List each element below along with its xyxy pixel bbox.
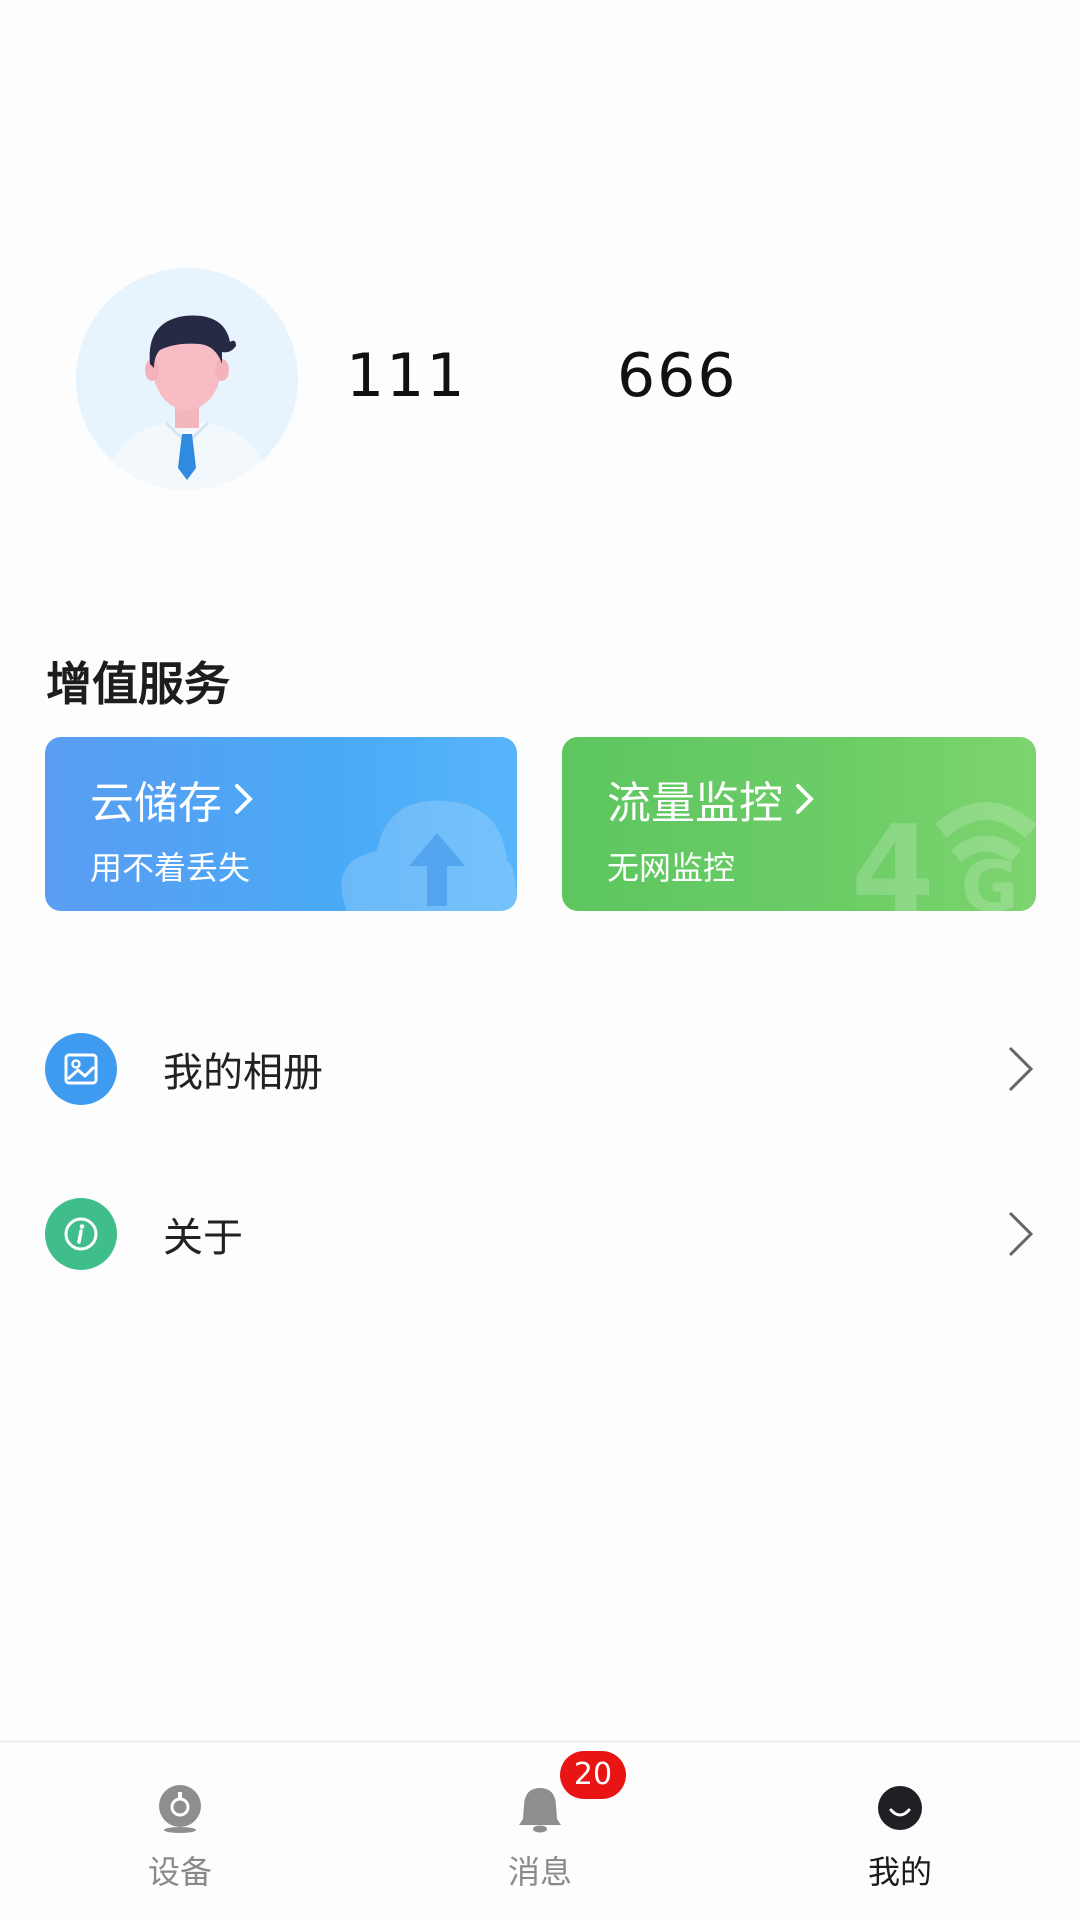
tab-devices[interactable]: 设备	[110, 1783, 250, 1903]
tab-messages[interactable]: 20 消息	[470, 1751, 626, 1903]
messages-badge: 20	[560, 1751, 626, 1799]
cloud-storage-title-text: 云储存	[90, 778, 222, 829]
menu-item-album-label: 我的相册	[163, 1050, 323, 1096]
photo-album-icon	[45, 1033, 117, 1105]
svg-text:G: G	[961, 846, 1018, 911]
4g-signal-icon: 4 G	[851, 801, 1036, 911]
tab-messages-label: 消息	[507, 1853, 572, 1891]
services-section-title: 增值服务	[46, 657, 230, 711]
chevron-right-icon	[1008, 1046, 1034, 1092]
menu-item-about-label: 关于	[163, 1215, 243, 1261]
bottom-nav: 设备 20 消息 我的	[0, 1740, 1080, 1920]
cloud-storage-subtitle: 用不着丢失	[90, 849, 251, 887]
user-avatar-icon	[76, 268, 298, 490]
chevron-right-icon	[796, 784, 814, 814]
cloud-storage-title: 云储存	[90, 767, 256, 831]
profile-header: 111 666	[76, 268, 1006, 490]
camera-icon	[159, 1785, 201, 1833]
chevron-right-icon	[235, 784, 253, 814]
tab-mine-label: 我的	[867, 1853, 932, 1891]
chevron-right-icon	[1008, 1211, 1034, 1257]
cloud-upload-icon	[341, 800, 517, 911]
profile-stat-right: 666	[617, 341, 738, 411]
bell-icon	[519, 1788, 561, 1833]
info-icon	[45, 1198, 117, 1270]
tab-mine[interactable]: 我的	[830, 1783, 970, 1903]
profile-stat-left: 111	[346, 341, 467, 411]
traffic-monitor-card[interactable]: 4 G 流量监控 无网监控	[562, 737, 1036, 911]
traffic-monitor-subtitle: 无网监控	[607, 849, 736, 887]
tab-devices-label: 设备	[147, 1853, 212, 1891]
menu-item-about[interactable]: 关于	[45, 1189, 1035, 1279]
traffic-monitor-title-text: 流量监控	[607, 778, 783, 829]
avatar[interactable]	[76, 268, 298, 490]
user-face-icon	[878, 1786, 922, 1830]
traffic-monitor-title: 流量监控	[607, 767, 817, 831]
menu-item-album[interactable]: 我的相册	[45, 1024, 1035, 1114]
cloud-storage-card[interactable]: 云储存 用不着丢失	[45, 737, 517, 911]
svg-text:4: 4	[851, 801, 935, 911]
